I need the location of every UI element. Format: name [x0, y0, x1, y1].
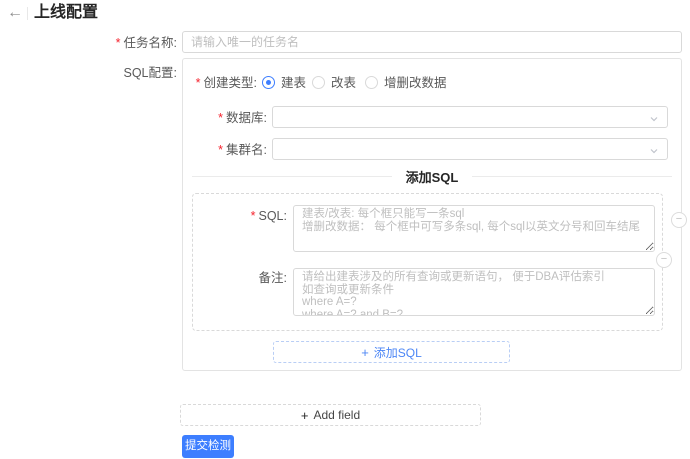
add-field-button[interactable]: + Add field — [180, 404, 481, 426]
required-mark: * — [218, 143, 224, 157]
radio-create-table-label[interactable]: 建表 — [281, 76, 306, 90]
required-mark: * — [218, 111, 224, 125]
online-config-page: ← 上线配置 *任务名称: SQL配置: *创建类型: 建表 改表 增删改数据 … — [0, 0, 690, 459]
add-sql-button-label: 添加SQL — [373, 345, 422, 360]
radio-modify-data[interactable] — [365, 76, 378, 89]
add-sql-button[interactable]: + 添加SQL — [273, 341, 510, 363]
chevron-down-icon — [649, 145, 659, 159]
create-type-label: * 创建类型: — [195, 76, 257, 90]
task-name-input[interactable] — [182, 31, 682, 53]
radio-modify-data-label[interactable]: 增删改数据 — [384, 76, 447, 90]
radio-create-table[interactable] — [262, 76, 275, 89]
chevron-down-icon — [649, 113, 659, 127]
divider-line — [472, 176, 673, 177]
back-arrow-icon[interactable]: ← — [7, 4, 23, 22]
remark-textarea[interactable] — [293, 268, 655, 316]
add-field-button-label: Add field — [313, 408, 361, 422]
plus-icon: + — [361, 344, 369, 360]
database-label: * 数据库: — [218, 111, 267, 125]
submit-check-button[interactable]: 提交检测 — [182, 435, 234, 458]
divider-line — [192, 176, 392, 177]
required-mark: * — [195, 76, 201, 90]
add-sql-section-divider: 添加SQL — [192, 169, 673, 185]
database-select[interactable] — [272, 106, 668, 128]
add-sql-section-title: 添加SQL — [405, 170, 459, 185]
sql-label: * SQL: — [250, 209, 287, 223]
sql-textarea[interactable] — [293, 205, 655, 252]
radio-alter-table-label[interactable]: 改表 — [331, 76, 356, 90]
header-divider — [27, 7, 28, 20]
required-mark: * — [250, 209, 256, 223]
page-title: 上线配置 — [34, 4, 99, 21]
cluster-select[interactable] — [272, 138, 668, 160]
remove-sql-entry-icon[interactable]: − — [656, 252, 672, 268]
radio-alter-table[interactable] — [312, 76, 325, 89]
plus-icon: + — [300, 407, 309, 423]
task-name-label: * 任务名称: — [115, 36, 177, 50]
required-mark: * — [115, 36, 121, 50]
remark-label: 备注: — [258, 271, 287, 285]
cluster-label: * 集群名: — [218, 143, 267, 157]
remove-sql-config-icon[interactable]: − — [671, 212, 687, 228]
